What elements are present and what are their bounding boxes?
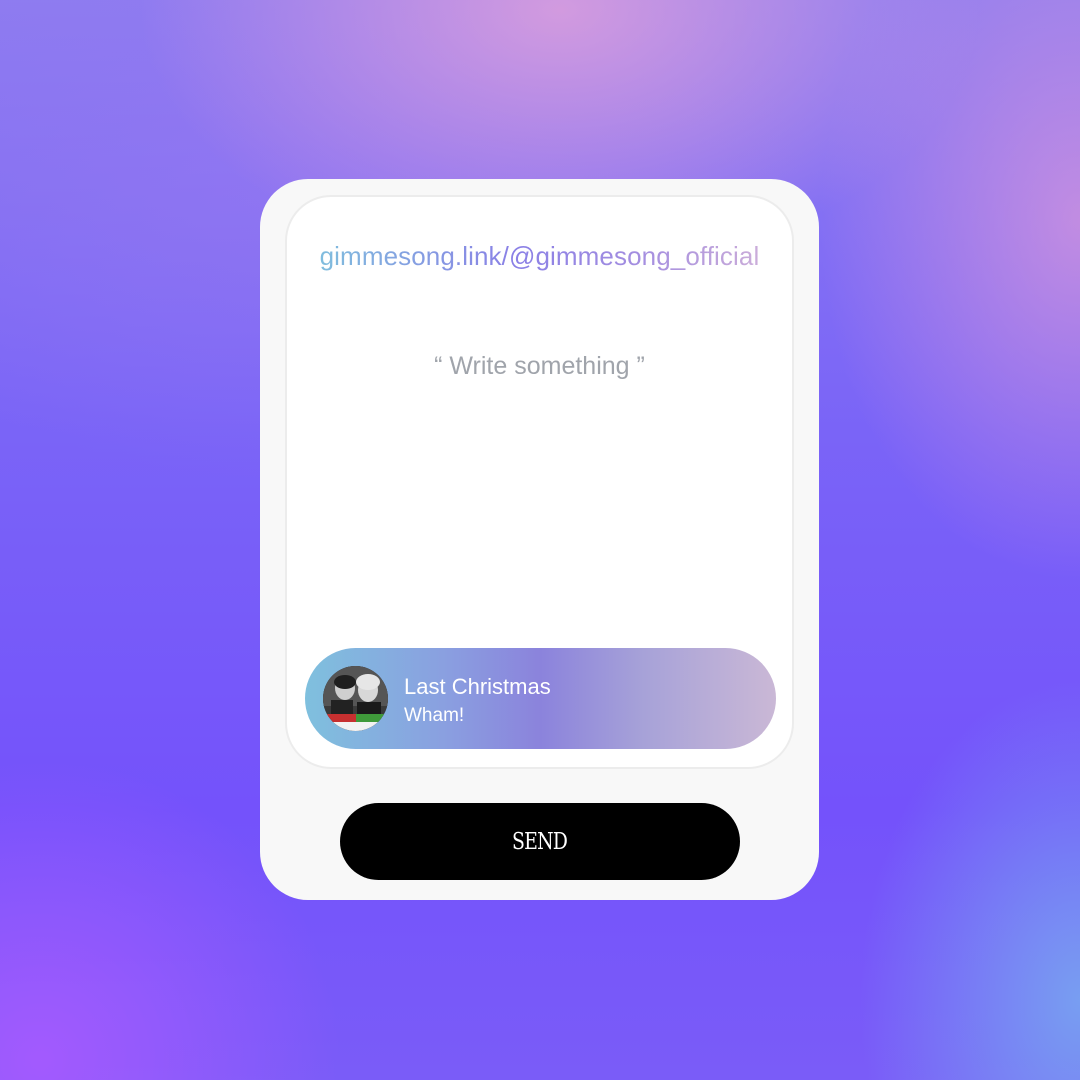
message-input[interactable]: “ Write something ” — [287, 352, 792, 381]
message-panel: gimmesong.link/@gimmesong_official “ Wri… — [285, 195, 794, 769]
profile-link[interactable]: gimmesong.link/@gimmesong_official — [287, 241, 792, 272]
album-art-icon — [323, 666, 388, 731]
song-artist: Wham! — [404, 705, 465, 726]
selected-song[interactable]: Last Christmas Wham! — [305, 648, 776, 749]
message-card: gimmesong.link/@gimmesong_official “ Wri… — [260, 179, 819, 900]
send-button[interactable]: SEND — [340, 803, 740, 880]
album-cover-image — [323, 666, 388, 731]
song-title: Last Christmas — [404, 674, 551, 699]
send-button-label: SEND — [512, 828, 568, 855]
